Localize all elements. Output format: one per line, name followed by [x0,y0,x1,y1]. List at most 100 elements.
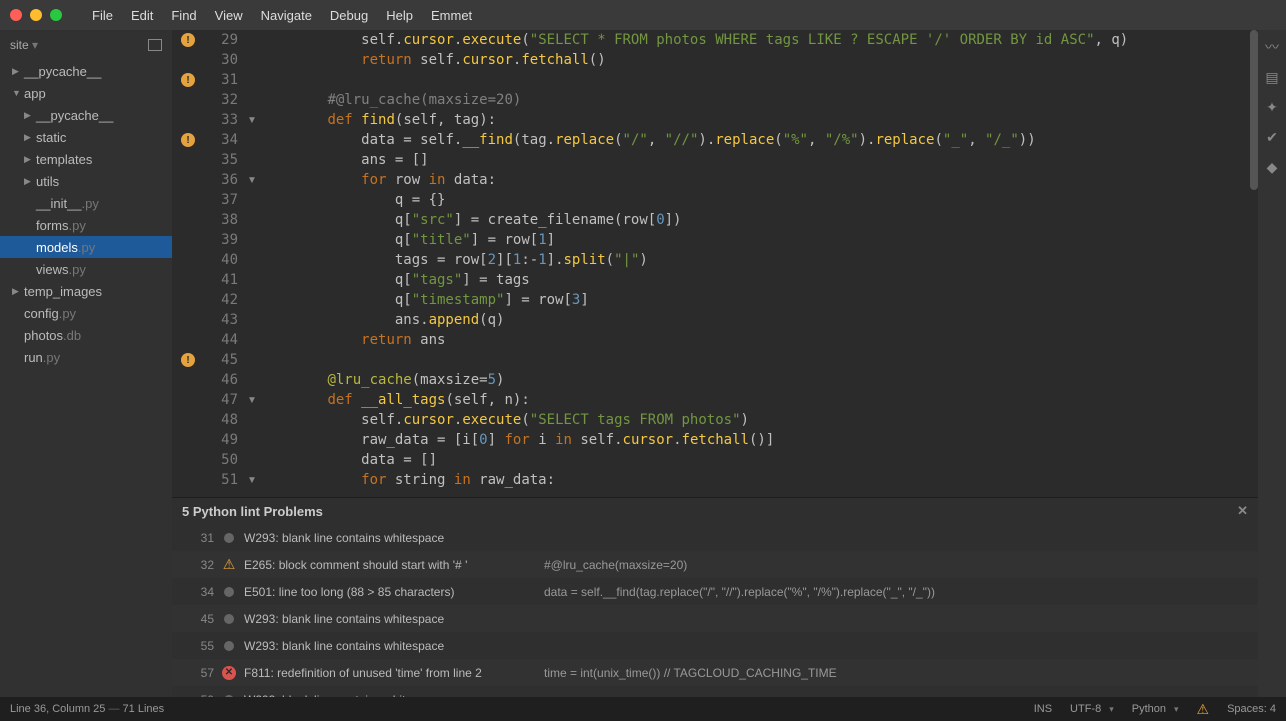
line-number[interactable]: 31 [204,70,238,90]
editor-scrollbar[interactable] [1248,30,1258,497]
line-number[interactable]: 39 [204,230,238,250]
tree-item-forms[interactable]: forms.py [0,214,172,236]
language-selector[interactable]: Python [1132,703,1179,715]
lint-info-icon [224,614,234,624]
problems-panel-header: 5 Python lint Problems ✕ [172,498,1258,524]
menu-help[interactable]: Help [386,8,413,23]
lint-row[interactable]: 31W293: blank line contains whitespace [172,524,1258,551]
project-name[interactable]: site ▾ [10,38,38,52]
close-window-button[interactable] [10,9,22,21]
line-number[interactable]: 45 [204,350,238,370]
files-icon[interactable]: ▤ [1263,68,1281,86]
line-number[interactable]: 35 [204,150,238,170]
encoding-selector[interactable]: UTF-8 [1070,703,1114,715]
window-traffic-lights [10,9,62,21]
menu-debug[interactable]: Debug [330,8,368,23]
lint-row[interactable]: 57✕F811: redefinition of unused 'time' f… [172,659,1258,686]
line-number[interactable]: 33 [204,110,238,130]
line-number[interactable]: 41 [204,270,238,290]
problems-list: 31W293: blank line contains whitespace32… [172,524,1258,697]
menu-view[interactable]: View [215,8,243,23]
line-number[interactable]: 50 [204,450,238,470]
sidebar: site ▾ ▶__pycache__▼app▶__pycache__▶stat… [0,30,172,697]
tree-item-photos[interactable]: photos.db [0,324,172,346]
status-bar: Line 36, Column 25 — 71 Lines INS UTF-8 … [0,697,1286,721]
line-number[interactable]: 38 [204,210,238,230]
lint-gutter-warn-icon[interactable]: ! [181,33,195,47]
lint-info-icon [224,533,234,543]
lint-gutter-warn-icon[interactable]: ! [181,133,195,147]
file-tree: ▶__pycache__▼app▶__pycache__▶static▶temp… [0,60,172,697]
tree-item-__init__[interactable]: __init__.py [0,192,172,214]
tree-item-models[interactable]: models.py [0,236,172,258]
menu-emmet[interactable]: Emmet [431,8,472,23]
lint-row[interactable]: 55W293: blank line contains whitespace [172,632,1258,659]
line-number[interactable]: 37 [204,190,238,210]
line-number[interactable]: 48 [204,410,238,430]
tree-item-templates[interactable]: ▶templates [0,148,172,170]
menubar: File Edit Find View Navigate Debug Help Emmet [0,0,1286,30]
line-number[interactable]: 40 [204,250,238,270]
lint-warn-icon: ⚠ [223,556,236,573]
line-number[interactable]: 46 [204,370,238,390]
lint-gutter-warn-icon[interactable]: ! [181,73,195,87]
problems-panel-title: 5 Python lint Problems [182,504,323,519]
sidebar-toggle-icon[interactable] [148,39,162,51]
lint-status-icon[interactable]: ⚠ [1197,701,1210,718]
magic-icon[interactable]: ✦ [1263,98,1281,116]
code-editor[interactable]: self.cursor.execute("SELECT * FROM photo… [260,30,1258,497]
lint-gutter-warn-icon[interactable]: ! [181,353,195,367]
fold-toggle[interactable]: ▼ [244,470,260,490]
cursor-position[interactable]: Line 36, Column 25 [10,703,105,715]
gutter-folds: ▼ ▼ ▼ ▼ [244,30,260,497]
line-number[interactable]: 34 [204,130,238,150]
tree-item-__pycache__[interactable]: ▶__pycache__ [0,60,172,82]
problems-panel: 5 Python lint Problems ✕ 31W293: blank l… [172,497,1258,697]
menu-file[interactable]: File [92,8,113,23]
minimize-window-button[interactable] [30,9,42,21]
tree-item-temp_images[interactable]: ▶temp_images [0,280,172,302]
fold-toggle[interactable]: ▼ [244,170,260,190]
line-number[interactable]: 44 [204,330,238,350]
lint-row[interactable]: 59W293: blank line contains whitespace [172,686,1258,697]
line-number[interactable]: 51 [204,470,238,490]
line-number[interactable]: 32 [204,90,238,110]
status-left: Line 36, Column 25 — 71 Lines [10,703,164,715]
line-number[interactable]: 36 [204,170,238,190]
right-toolbar: 〰 ▤ ✦ ✔ ◆ [1258,30,1286,697]
tree-item-static[interactable]: ▶static [0,126,172,148]
close-panel-button[interactable]: ✕ [1237,503,1248,519]
tree-item-utils[interactable]: ▶utils [0,170,172,192]
menu-navigate[interactable]: Navigate [261,8,312,23]
tree-item-app[interactable]: ▼app [0,82,172,104]
menu-find[interactable]: Find [171,8,196,23]
editor-column: !!!! 29303132333435363738394041424344454… [172,30,1258,697]
tree-item-run[interactable]: run.py [0,346,172,368]
line-number[interactable]: 49 [204,430,238,450]
indentation-selector[interactable]: Spaces: 4 [1227,703,1276,715]
line-number[interactable]: 47 [204,390,238,410]
lint-info-icon [224,695,234,698]
line-number[interactable]: 42 [204,290,238,310]
line-count: 71 Lines [123,703,165,715]
line-number[interactable]: 43 [204,310,238,330]
lint-row[interactable]: 34E501: line too long (88 > 85 character… [172,578,1258,605]
maximize-window-button[interactable] [50,9,62,21]
activity-icon[interactable]: 〰 [1263,38,1281,56]
tree-item-__pycache__[interactable]: ▶__pycache__ [0,104,172,126]
line-number[interactable]: 29 [204,30,238,50]
lint-row[interactable]: 45W293: blank line contains whitespace [172,605,1258,632]
gutter-line-numbers: 2930313233343536373839404142434445464748… [204,30,244,497]
menu-items: File Edit Find View Navigate Debug Help Emmet [92,8,472,23]
tree-item-config[interactable]: config.py [0,302,172,324]
git-icon[interactable]: ◆ [1263,158,1281,176]
tree-item-views[interactable]: views.py [0,258,172,280]
lint-row[interactable]: 32⚠E265: block comment should start with… [172,551,1258,578]
check-icon[interactable]: ✔ [1263,128,1281,146]
fold-toggle[interactable]: ▼ [244,390,260,410]
fold-toggle[interactable]: ▼ [244,110,260,130]
line-number[interactable]: 30 [204,50,238,70]
gutter-marks: !!!! [172,30,204,497]
insert-mode[interactable]: INS [1034,703,1052,715]
menu-edit[interactable]: Edit [131,8,153,23]
